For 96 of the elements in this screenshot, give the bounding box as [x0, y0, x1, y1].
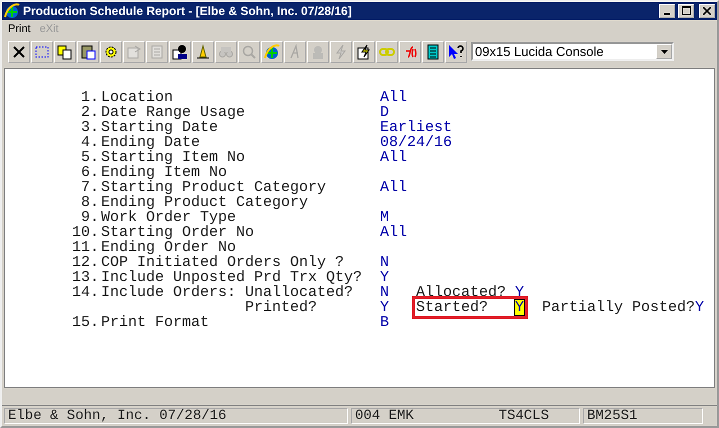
field-value[interactable]: N	[380, 254, 416, 270]
close-icon	[703, 6, 711, 15]
minimize-button[interactable]	[659, 4, 675, 18]
option-label: Partially Posted?	[542, 300, 696, 315]
item-number: 2.	[80, 104, 99, 120]
field-label: Starting Order No	[101, 224, 256, 240]
item-number: 5.	[80, 150, 99, 165]
field-value[interactable]: M	[380, 210, 416, 225]
item-number: 6.	[80, 164, 99, 180]
field-label: Ending Product Category	[101, 194, 308, 210]
field-label: Starting Date	[101, 120, 218, 135]
option-label: Allocated?	[416, 284, 508, 300]
field-value[interactable]: D	[380, 104, 416, 120]
company-status: Elbe & Sohn, Inc. 07/28/16	[4, 408, 348, 424]
person-tool-button[interactable]	[169, 40, 191, 63]
field-label: Include Unposted Prd Trx Qty?	[101, 270, 364, 285]
help-icon	[448, 44, 464, 60]
field-label: Include Orders:	[101, 284, 236, 300]
field-label: Ending Item No	[101, 164, 228, 180]
item-number: 11.	[72, 240, 99, 255]
program-status: BM25S1	[583, 408, 703, 424]
option-value[interactable]: Y	[515, 284, 524, 300]
maximize-button[interactable]	[678, 4, 694, 18]
gear-icon	[103, 44, 119, 60]
field-label: Ending Order No	[101, 240, 236, 255]
focused-option[interactable]: Started? Y	[416, 300, 524, 315]
option-value[interactable]: N	[380, 284, 416, 300]
field-label: Work Order Type	[101, 210, 236, 225]
globe-icon	[264, 44, 280, 60]
item-number: 9.	[80, 210, 99, 225]
globe-icon	[4, 2, 20, 19]
function-tool-button[interactable]	[399, 40, 421, 63]
field-value[interactable]: All	[380, 150, 416, 165]
close-icon	[11, 44, 27, 60]
option-label: Unallocated?	[245, 284, 354, 300]
calculator-icon	[425, 44, 441, 60]
copy-tool-button[interactable]	[54, 40, 76, 63]
lightningdoc-icon	[356, 44, 372, 60]
globe-tool-button[interactable]	[261, 40, 283, 63]
option-value[interactable]: Y	[515, 300, 524, 315]
properties-icon	[126, 44, 142, 60]
field-value[interactable]: All	[380, 224, 416, 240]
lightningdoc-tool-button[interactable]	[353, 40, 375, 63]
window-title: Production Schedule Report - [Elbe & Sohn, Inc. 07/28/16]	[23, 4, 353, 18]
select-icon	[34, 44, 50, 60]
item-number: 13.	[72, 270, 99, 285]
minimize-icon	[664, 12, 670, 15]
option[interactable]: Allocated? Y	[416, 284, 524, 300]
font-select[interactable]: 09x15 Lucida Console	[471, 42, 674, 62]
magnifier-icon	[241, 44, 257, 60]
terminal-status: TS4CLS	[498, 408, 549, 424]
item-number: 12.	[72, 254, 99, 270]
item-number: 15.	[72, 314, 99, 330]
field-label: Starting Item No	[101, 150, 246, 165]
field-label: Location	[101, 90, 174, 105]
lightning-icon	[333, 44, 349, 60]
field-label: Date Range Usage	[101, 104, 246, 120]
option[interactable]: Partially Posted?Y	[542, 300, 704, 315]
close-tool-button[interactable]	[8, 40, 30, 63]
item-number: 8.	[80, 194, 99, 210]
item-number: 4.	[80, 134, 99, 150]
document-icon	[149, 44, 165, 60]
option-label: Printed?	[245, 300, 318, 315]
help-tool-button[interactable]	[445, 40, 467, 63]
option-label: Started?	[416, 300, 490, 315]
paste-icon	[80, 44, 96, 60]
option-value[interactable]: Y	[380, 300, 416, 315]
field-value[interactable]: B	[380, 314, 416, 330]
item-number: 1.	[80, 90, 99, 105]
copy-icon	[57, 44, 73, 60]
field-value[interactable]: All	[380, 90, 416, 105]
item-number: 10.	[72, 224, 99, 240]
field-value[interactable]: All	[380, 180, 416, 195]
dropdown-button[interactable]	[656, 44, 672, 60]
field-label: Ending Date	[101, 134, 202, 150]
select-tool-button[interactable]	[31, 40, 53, 63]
field-label: Print Format	[101, 314, 210, 330]
calculator-tool-button[interactable]	[422, 40, 444, 63]
item-number: 3.	[80, 120, 99, 135]
field-label: COP Initiated Orders Only ?	[101, 254, 346, 270]
option-value[interactable]: Y	[695, 300, 704, 315]
maximize-icon	[682, 6, 690, 16]
item-number: 14.	[72, 284, 99, 300]
bust-icon	[310, 44, 326, 60]
field-value[interactable]: Y	[380, 270, 416, 285]
field-value[interactable]: 08/24/16	[380, 134, 452, 150]
person-icon	[172, 44, 188, 60]
close-button[interactable]	[699, 4, 715, 18]
menu-item[interactable]: Print	[8, 23, 31, 36]
item-number: 7.	[80, 180, 99, 195]
field-label: Starting Product Category	[101, 180, 328, 195]
user-status: 004 EMK	[355, 408, 414, 424]
field-value[interactable]: Earliest	[380, 120, 452, 135]
gear-tool-button[interactable]	[100, 40, 122, 63]
paste-tool-button[interactable]	[77, 40, 99, 63]
caret-icon	[660, 50, 668, 54]
